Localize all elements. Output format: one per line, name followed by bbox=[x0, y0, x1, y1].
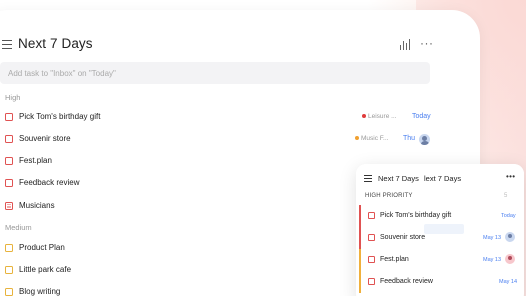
tag-label: Leisure ... bbox=[368, 113, 397, 120]
task-title: Blog writing bbox=[19, 287, 61, 296]
task-checkbox[interactable] bbox=[5, 266, 13, 274]
task-title: Souvenir store bbox=[19, 134, 71, 143]
priority-bar bbox=[359, 249, 361, 271]
mobile-task-checkbox[interactable] bbox=[368, 212, 375, 219]
mobile-task-title: Fest.plan bbox=[380, 255, 409, 263]
task-date: Today bbox=[412, 112, 431, 120]
task-title: Fest.plan bbox=[19, 156, 52, 165]
mobile-preview: Next 7 Days lext 7 Days ••• HIGH PRIORIT… bbox=[356, 164, 524, 296]
assignee-avatar[interactable] bbox=[505, 232, 515, 242]
mobile-title: Next 7 Days bbox=[378, 174, 419, 183]
mobile-task-row[interactable]: Fest.plan May 13 bbox=[359, 249, 524, 271]
task-tag[interactable]: Music F... bbox=[355, 135, 388, 142]
page-title: Next 7 Days bbox=[18, 36, 93, 51]
mobile-task-title: Feedback review bbox=[380, 277, 433, 285]
priority-bar bbox=[359, 271, 361, 293]
mobile-task-title: Pick Tom's birthday gift bbox=[380, 211, 452, 219]
add-task-input[interactable] bbox=[0, 62, 430, 84]
task-checkbox[interactable] bbox=[5, 135, 13, 143]
task-tag[interactable]: Leisure ... bbox=[362, 113, 397, 120]
priority-bar bbox=[359, 227, 361, 249]
mobile-task-row[interactable]: Pick Tom's birthday gift Today bbox=[359, 205, 524, 227]
section-label-medium: Medium bbox=[5, 223, 32, 232]
checklist-checkbox[interactable] bbox=[5, 202, 13, 210]
mobile-task-row[interactable]: Souvenir store May 13 bbox=[359, 227, 524, 249]
mobile-task-checkbox[interactable] bbox=[368, 256, 375, 263]
tag-color-dot bbox=[355, 136, 359, 141]
assignee-avatar[interactable] bbox=[419, 133, 430, 145]
sort-icon[interactable] bbox=[400, 38, 412, 50]
task-date: Thu bbox=[403, 134, 416, 142]
task-title: Pick Tom's birthday gift bbox=[19, 112, 101, 121]
mobile-task-date: May 14 bbox=[499, 278, 518, 285]
mobile-task-date: May 13 bbox=[483, 234, 502, 241]
mobile-header: Next 7 Days lext 7 Days ••• bbox=[356, 164, 524, 194]
mobile-more-icon[interactable]: ••• bbox=[506, 172, 515, 181]
more-options-icon[interactable]: ··· bbox=[420, 36, 434, 50]
tag-label: Music F... bbox=[361, 135, 389, 142]
tag-color-dot bbox=[362, 114, 366, 119]
mobile-section-count: 5 bbox=[504, 193, 508, 199]
task-checkbox[interactable] bbox=[5, 244, 13, 252]
task-checkbox[interactable] bbox=[5, 113, 13, 121]
mobile-task-row[interactable]: Feedback review May 14 bbox=[359, 271, 524, 293]
mobile-task-title: Souvenir store bbox=[380, 233, 426, 241]
mobile-section-label: HIGH PRIORITY bbox=[365, 193, 413, 199]
mobile-task-date: Today bbox=[501, 212, 516, 219]
mobile-task-checkbox[interactable] bbox=[368, 234, 375, 241]
task-row[interactable]: Souvenir store Music F... Thu bbox=[0, 128, 432, 150]
task-checkbox[interactable] bbox=[5, 157, 13, 165]
task-title: Musicians bbox=[19, 201, 55, 210]
task-checkbox[interactable] bbox=[5, 288, 13, 296]
task-row[interactable]: Pick Tom's birthday gift Leisure ... Tod… bbox=[0, 106, 432, 128]
mobile-title-echo: lext 7 Days bbox=[424, 174, 462, 183]
task-checkbox[interactable] bbox=[5, 179, 13, 187]
mobile-menu-icon[interactable] bbox=[364, 175, 372, 183]
mobile-task-checkbox[interactable] bbox=[368, 278, 375, 285]
task-title: Product Plan bbox=[19, 243, 65, 252]
task-title: Feedback review bbox=[19, 178, 80, 187]
priority-bar bbox=[359, 205, 361, 227]
assignee-avatar[interactable] bbox=[505, 254, 515, 264]
section-label-high: High bbox=[5, 93, 21, 102]
menu-icon[interactable] bbox=[2, 40, 12, 50]
mobile-task-date: May 13 bbox=[483, 256, 502, 263]
task-title: Little park cafe bbox=[19, 265, 72, 274]
